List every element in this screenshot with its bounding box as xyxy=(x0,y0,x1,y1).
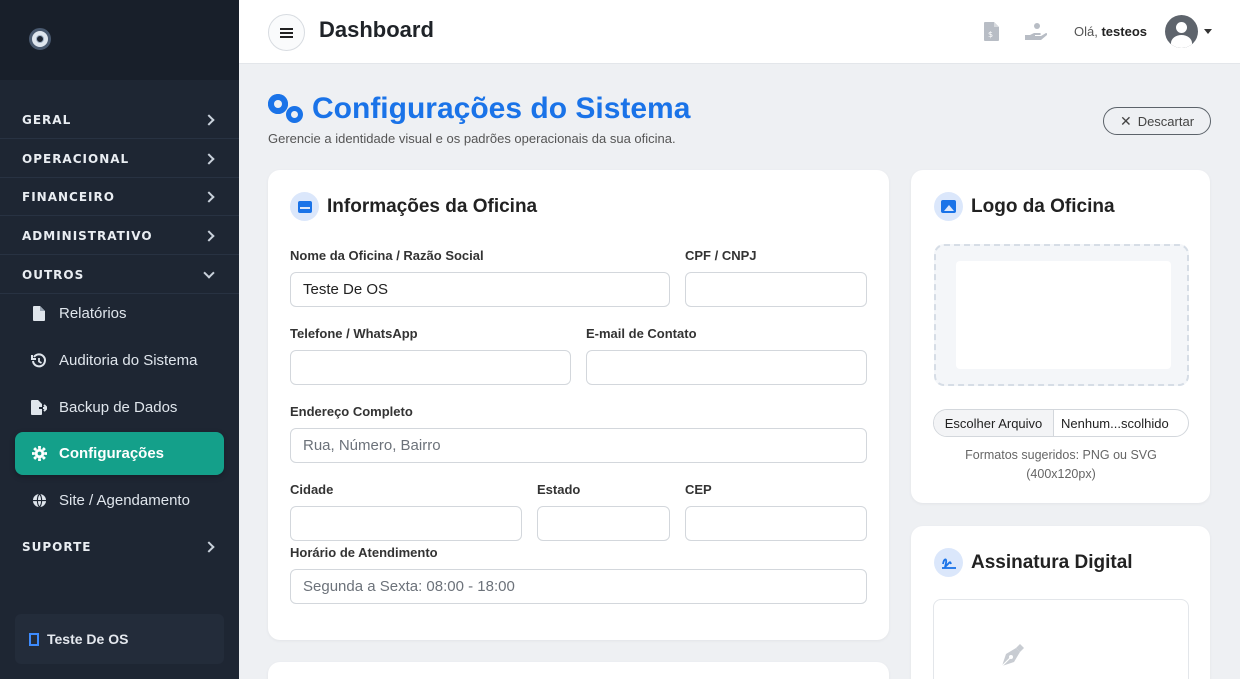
svg-text:$: $ xyxy=(988,30,993,39)
cep-input[interactable] xyxy=(685,506,867,541)
menu-toggle-button[interactable] xyxy=(268,14,305,51)
image-icon xyxy=(934,192,963,221)
sidebar-item-site[interactable]: Site / Agendamento xyxy=(15,479,224,522)
field-label: Estado xyxy=(537,482,581,497)
formats-line: (400x120px) xyxy=(1026,467,1096,481)
state-input[interactable] xyxy=(537,506,670,541)
close-icon: ✕ xyxy=(1119,112,1132,129)
formats-line: Formatos sugeridos: PNG ou SVG xyxy=(965,448,1157,462)
formats-hint: Formatos sugeridos: PNG ou SVG (400x120p… xyxy=(934,446,1188,484)
sidebar-item-backup[interactable]: Backup de Dados xyxy=(15,386,224,429)
brand-logo-icon[interactable] xyxy=(29,28,51,50)
field-label: Cidade xyxy=(290,482,334,497)
page-subtitle: Gerencie a identidade visual e os padrõe… xyxy=(268,131,676,146)
sidebar-item-label: Relatórios xyxy=(59,305,127,322)
history-icon xyxy=(31,352,47,369)
user-greeting: Olá, testeos xyxy=(1074,24,1147,39)
hamburger-icon xyxy=(280,31,293,34)
signature-pad[interactable] xyxy=(933,599,1189,679)
nav-section-label: ADMINISTRATIVO xyxy=(22,228,153,243)
choose-file-button[interactable]: Escolher Arquivo xyxy=(934,410,1054,436)
nav-section-financeiro[interactable]: FINANCEIRO xyxy=(0,178,239,216)
logo-card-header: Logo da Oficina xyxy=(934,192,1115,221)
signature-card-header: Assinatura Digital xyxy=(934,548,1133,577)
nav-section-label: GERAL xyxy=(22,112,72,127)
chevron-right-icon xyxy=(203,152,215,165)
signature-icon xyxy=(934,548,963,577)
card-title: Informações da Oficina xyxy=(327,195,538,217)
sidebar-brand xyxy=(0,0,239,80)
nav-section-outros[interactable]: OUTROS xyxy=(0,256,239,294)
nav-section-label: SUPORTE xyxy=(22,540,92,554)
field-label: Horário de Atendimento xyxy=(290,545,438,560)
greeting-label: Olá, xyxy=(1074,24,1098,39)
sidebar-item-configuracoes[interactable]: Configurações xyxy=(15,432,224,475)
avatar[interactable] xyxy=(1165,15,1198,48)
field-label: CEP xyxy=(685,482,712,497)
chevron-down-icon xyxy=(203,266,215,279)
nav-section-administrativo[interactable]: ADMINISTRATIVO xyxy=(0,217,239,255)
cpf-cnpj-input[interactable] xyxy=(685,272,867,307)
field-label: E-mail de Contato xyxy=(586,326,697,341)
topbar: Dashboard $ Olá, testeos xyxy=(239,0,1240,64)
nav-section-geral[interactable]: GERAL xyxy=(0,101,239,139)
workshop-name-input[interactable] xyxy=(290,272,670,307)
nav-section-label: OPERACIONAL xyxy=(22,151,130,166)
caret-down-icon[interactable] xyxy=(1204,29,1212,34)
address-input[interactable] xyxy=(290,428,867,463)
chevron-right-icon xyxy=(203,229,215,242)
business-hours-input[interactable] xyxy=(290,569,867,604)
file-name-text: Nenhum...scolhido xyxy=(1061,415,1169,431)
file-icon xyxy=(31,306,47,322)
nav-section-label: OUTROS xyxy=(22,267,85,282)
invoice-icon[interactable]: $ xyxy=(984,22,999,46)
workshop-info-header: Informações da Oficina xyxy=(290,192,537,221)
nav-section-label: FINANCEIRO xyxy=(22,189,115,204)
file-input[interactable]: Escolher Arquivo Nenhum...scolhido xyxy=(933,409,1189,437)
logo-dropzone[interactable] xyxy=(934,244,1189,386)
field-label: Telefone / WhatsApp xyxy=(290,326,418,341)
sidebar-item-auditoria[interactable]: Auditoria do Sistema xyxy=(15,339,224,382)
sidebar-item-label: Site / Agendamento xyxy=(59,492,190,509)
store-icon xyxy=(290,192,319,221)
field-label: CPF / CNPJ xyxy=(685,248,757,263)
building-icon xyxy=(29,632,39,646)
sidebar-item-label: Backup de Dados xyxy=(59,399,178,416)
sidebar-footer-workshop: Teste De OS xyxy=(15,614,224,664)
next-card xyxy=(268,662,889,679)
chevron-right-icon xyxy=(203,190,215,203)
sidebar: GERAL OPERACIONAL FINANCEIRO ADMINISTRAT… xyxy=(0,0,239,679)
nav-section-suporte[interactable]: SUPORTE xyxy=(0,528,239,566)
field-label: Endereço Completo xyxy=(290,404,413,419)
city-input[interactable] xyxy=(290,506,522,541)
discard-button[interactable]: ✕ Descartar xyxy=(1103,107,1211,135)
sidebar-item-label: Configurações xyxy=(59,445,165,462)
gears-icon xyxy=(268,92,306,126)
sidebar-item-label: Auditoria do Sistema xyxy=(59,352,198,369)
logo-preview xyxy=(956,261,1171,369)
phone-input[interactable] xyxy=(290,350,571,385)
workshop-name: Teste De OS xyxy=(47,631,129,647)
card-title: Assinatura Digital xyxy=(971,551,1133,573)
discard-label: Descartar xyxy=(1137,113,1195,129)
globe-icon xyxy=(31,493,47,509)
hand-money-icon[interactable] xyxy=(1025,22,1048,46)
page-heading: Configurações do Sistema xyxy=(268,92,690,126)
file-export-icon xyxy=(31,400,47,416)
card-title: Logo da Oficina xyxy=(971,195,1115,217)
username: testeos xyxy=(1101,24,1147,39)
page-title-dashboard: Dashboard xyxy=(319,17,434,42)
field-label: Nome da Oficina / Razão Social xyxy=(290,248,484,263)
email-input[interactable] xyxy=(586,350,867,385)
chevron-right-icon xyxy=(203,541,215,553)
gear-icon xyxy=(31,446,47,462)
chevron-right-icon xyxy=(203,113,215,126)
nav-section-operacional[interactable]: OPERACIONAL xyxy=(0,140,239,178)
sidebar-item-relatorios[interactable]: Relatórios xyxy=(15,292,224,335)
pen-nib-icon xyxy=(998,640,1026,668)
page-title: Configurações do Sistema xyxy=(312,92,691,125)
